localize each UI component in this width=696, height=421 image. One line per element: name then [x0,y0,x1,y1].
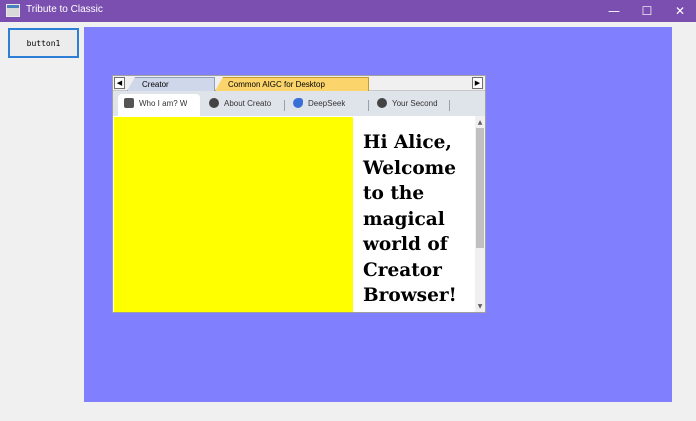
globe-icon [209,98,219,108]
inner-tab-about-creator[interactable]: About Creato [203,94,277,114]
title-bar[interactable]: Tribute to Classic [0,0,696,22]
inner-tab-strip: Who I am? W About Creato DeepSeek Your S… [113,91,485,116]
deepseek-icon [293,98,303,108]
globe-icon [377,98,387,108]
scroll-thumb[interactable] [476,128,484,248]
tab-scroll-right-button[interactable]: ▶ [472,77,483,89]
tab-creator-application[interactable]: Creator Application [127,77,215,91]
creator-browser: ◀ Creator Application Common AIGC for De… [112,75,486,313]
window-title: Tribute to Classic [26,4,103,15]
tab-scroll-left-button[interactable]: ◀ [114,77,125,89]
button1[interactable]: button1 [8,28,79,58]
greeting-text: Hi Alice, Welcome to the magical world o… [363,132,457,306]
yellow-box [114,117,353,312]
tab-separator [368,100,369,111]
inner-tab-your-second[interactable]: Your Second [371,94,447,114]
minimize-button[interactable]: — [598,0,630,22]
inner-tab-who-i-am[interactable]: Who I am? W [118,94,200,116]
scroll-up-icon[interactable]: ▲ [475,118,485,127]
tab-separator [284,100,285,111]
outer-tab-strip: ◀ Creator Application Common AIGC for De… [113,76,485,91]
maximize-button[interactable]: ☐ [631,0,663,22]
web-content[interactable]: Hi Alice, Welcome to the magical world o… [113,116,485,312]
close-button[interactable]: ✕ [664,0,696,22]
scroll-down-icon[interactable]: ▼ [475,302,485,311]
app-window-icon [6,4,20,17]
vertical-scrollbar[interactable]: ▲ ▼ [475,116,485,312]
app-icon [124,98,134,108]
tab-separator [449,100,450,111]
inner-tab-deepseek[interactable]: DeepSeek [287,94,367,114]
tab-common-aigc[interactable]: Common AIGC for Desktop Application [215,77,369,91]
